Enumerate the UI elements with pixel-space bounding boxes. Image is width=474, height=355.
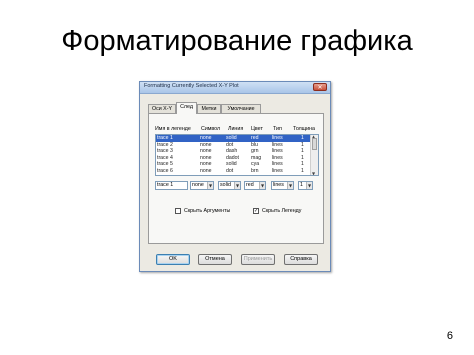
trace-symbol: none <box>200 154 212 161</box>
trace-symbol: none <box>200 168 212 174</box>
trace-color: red <box>251 135 259 141</box>
trace-weight: 1 <box>301 141 304 148</box>
slide-title: Форматирование графика <box>61 25 413 57</box>
column-header-symbol: Символ <box>201 126 221 132</box>
column-header-weight: Толщина <box>293 126 315 132</box>
line-style-select[interactable]: solid ▼ <box>218 181 241 190</box>
trace-line: dash <box>226 148 238 155</box>
trace-line: dot <box>226 141 234 148</box>
trace-name: trace 4 <box>157 154 173 161</box>
column-header-type: Тип <box>273 126 282 132</box>
trace-weight: 1 <box>301 161 304 168</box>
trace-row[interactable]: trace 3 none dash grn lines 1 <box>156 148 311 155</box>
trace-row[interactable]: trace 5 none solid cya lines 1 <box>156 161 311 168</box>
line-style-select-value: solid <box>220 182 231 188</box>
tab-trace[interactable]: След <box>176 102 197 114</box>
trace-name: trace 3 <box>157 148 173 155</box>
trace-name: trace 1 <box>157 135 173 141</box>
trace-type: lines <box>272 135 283 141</box>
trace-weight: 1 <box>301 148 304 155</box>
dialog-titlebar[interactable]: Formatting Currently Selected X-Y Plot ✕ <box>140 82 330 94</box>
hide-arguments-checkbox-box[interactable] <box>175 208 181 214</box>
chevron-down-icon[interactable]: ▼ <box>259 182 265 189</box>
trace-type: lines <box>272 161 283 168</box>
trace-name: trace 2 <box>157 141 173 148</box>
trace-weight: 1 <box>301 135 304 141</box>
ok-button[interactable]: OK <box>156 254 190 265</box>
hide-legend-checkbox-box[interactable]: ✓ <box>253 208 259 214</box>
apply-button[interactable]: Применить <box>241 254 275 265</box>
trace-line: solid <box>226 135 237 141</box>
trace-type: lines <box>272 168 283 174</box>
trace-type: lines <box>272 141 283 148</box>
color-select-value: red <box>246 182 254 188</box>
trace-color: cya <box>251 161 260 168</box>
scrollbar-thumb[interactable] <box>312 138 317 150</box>
hide-arguments-label: Скрыть Аргументы <box>184 208 231 214</box>
color-select[interactable]: red ▼ <box>244 181 266 190</box>
scroll-down-icon[interactable]: ▼ <box>312 171 315 175</box>
weight-select[interactable]: 1 ▼ <box>298 181 313 190</box>
column-header-color: Цвет <box>251 126 263 132</box>
trace-panel: Имя в легенде Символ Линия Цвет Тип Толщ… <box>148 113 324 244</box>
page-number: 6 <box>446 330 453 342</box>
chevron-down-icon[interactable]: ▼ <box>306 182 312 189</box>
trace-color: brn <box>251 168 259 174</box>
type-select[interactable]: lines ▼ <box>271 181 294 190</box>
chevron-down-icon[interactable]: ▼ <box>234 182 240 189</box>
trace-list-scrollbar[interactable]: ▲ ▼ <box>310 135 318 175</box>
hide-legend-label: Скрыть Легенду <box>262 208 302 214</box>
symbol-select-value: none <box>192 182 204 188</box>
weight-select-value: 1 <box>300 182 303 188</box>
legend-name-input[interactable]: trace 1 <box>155 181 188 190</box>
trace-row[interactable]: trace 2 none dot blu lines 1 <box>156 142 311 149</box>
close-icon[interactable]: ✕ <box>313 83 327 91</box>
dialog-title: Formatting Currently Selected X-Y Plot <box>144 83 239 89</box>
trace-color: mag <box>251 154 262 161</box>
trace-weight: 1 <box>301 154 304 161</box>
chevron-down-icon[interactable]: ▼ <box>287 182 293 189</box>
trace-color: grn <box>251 148 259 155</box>
trace-name: trace 6 <box>157 168 173 174</box>
trace-symbol: none <box>200 141 212 148</box>
column-header-line: Линия <box>228 126 244 132</box>
trace-line: solid <box>226 161 237 168</box>
trace-symbol: none <box>200 161 212 168</box>
help-button[interactable]: Справка <box>284 254 318 265</box>
chevron-down-icon[interactable]: ▼ <box>207 182 213 189</box>
trace-weight: 1 <box>301 168 304 174</box>
trace-line: dadot <box>226 154 239 161</box>
type-select-value: lines <box>273 182 284 188</box>
trace-row[interactable]: trace 1 none solid red lines 1 <box>156 135 311 142</box>
trace-line: dot <box>226 168 234 174</box>
format-plot-dialog: Formatting Currently Selected X-Y Plot ✕… <box>139 81 331 272</box>
trace-row[interactable]: trace 6 none dot brn lines 1 <box>156 168 311 175</box>
trace-row[interactable]: trace 4 none dadot mag lines 1 <box>156 155 311 162</box>
cancel-button[interactable]: Отмена <box>198 254 232 265</box>
trace-name: trace 5 <box>157 161 173 168</box>
trace-symbol: none <box>200 135 212 141</box>
trace-type: lines <box>272 148 283 155</box>
trace-color: blu <box>251 141 258 148</box>
symbol-select[interactable]: none ▼ <box>190 181 214 190</box>
trace-list[interactable]: trace 1 none solid red lines 1 trace 2 n… <box>155 134 319 176</box>
trace-symbol: none <box>200 148 212 155</box>
trace-type: lines <box>272 154 283 161</box>
column-header-legend-name: Имя в легенде <box>155 126 191 132</box>
